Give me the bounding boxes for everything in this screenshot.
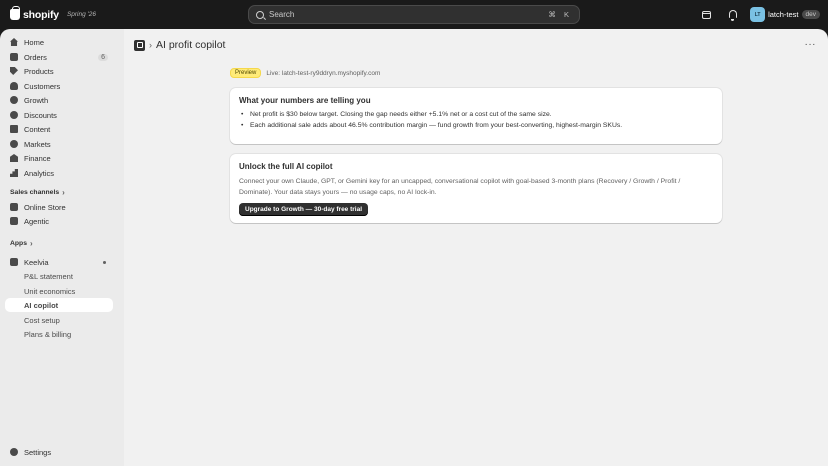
discount-icon (10, 111, 18, 119)
agentic-icon (10, 217, 18, 225)
sales-channels-label: Sales channels (10, 189, 60, 196)
search-bar[interactable]: Search ⌘ K (248, 5, 580, 24)
chevron-right-icon: › (62, 188, 65, 197)
growth-icon (10, 96, 18, 104)
insights-card: What your numbers are telling you Net pr… (230, 88, 722, 144)
sidebar-item-growth[interactable]: Growth (5, 93, 113, 107)
sidebar-item-label: Growth (24, 95, 49, 105)
sidebar-item-online-store[interactable]: Online Store (5, 200, 113, 214)
sidebar-item-label: Plans & billing (24, 329, 72, 339)
status-row: Preview Live: latch-test-ry9ddryn.myshop… (230, 68, 380, 78)
sidebar-item-label: Agentic (24, 216, 50, 226)
page-title: AI profit copilot (156, 39, 226, 51)
shopify-logo[interactable]: shopify Spring '26 (10, 6, 246, 21)
avatar: LT (750, 7, 766, 22)
sidebar-item-settings[interactable]: Settings (5, 445, 113, 459)
sidebar-item-label: Home (24, 37, 45, 47)
store-button[interactable] (698, 6, 715, 23)
sidebar-item-finance[interactable]: Finance (5, 151, 113, 165)
sidebar-item-analytics[interactable]: Analytics (5, 166, 113, 180)
sidebar-item-label: Analytics (24, 168, 55, 178)
sidebar-item-pl-statement[interactable]: P&L statement (5, 269, 113, 283)
sidebar-item-label: Unit economics (24, 286, 76, 296)
list-item: Each additional sale adds about 46.5% co… (239, 122, 713, 129)
account-name: latch-test (768, 10, 799, 19)
store-icon (702, 10, 712, 19)
content-icon (10, 125, 18, 133)
pin-dot-icon (103, 260, 106, 264)
sidebar-item-label: Products (24, 66, 54, 76)
brand-name: shopify (23, 8, 59, 21)
sidebar-item-label: Online Store (24, 202, 66, 212)
account-menu[interactable]: LT latch-test dev (750, 7, 820, 22)
keelvia-app-icon (10, 258, 18, 266)
apps-heading[interactable]: Apps › (10, 239, 33, 248)
sales-channels-heading[interactable]: Sales channels › (10, 188, 65, 197)
sidebar-item-label: Discounts (24, 110, 57, 120)
search-shortcut: ⌘ K (548, 10, 572, 19)
sidebar-item-label: Customers (24, 81, 61, 91)
top-right-actions: LT latch-test dev (698, 6, 820, 23)
app-icon[interactable] (134, 39, 145, 51)
sidebar-item-label: Markets (24, 139, 51, 149)
gear-icon (10, 448, 18, 456)
sidebar-item-content[interactable]: Content (5, 122, 113, 136)
orders-count-badge: 6 (98, 53, 108, 61)
sidebar-item-label: Cost setup (24, 315, 60, 325)
top-bar: shopify Spring '26 Search ⌘ K LT latch-t… (0, 0, 828, 29)
insights-list: Net profit is $30 below target. Closing … (239, 111, 713, 129)
upgrade-button[interactable]: Upgrade to Growth — 30-day free trial (239, 203, 369, 216)
bell-icon (728, 9, 737, 21)
dev-badge: dev (801, 10, 820, 19)
sidebar-item-label: P&L statement (24, 271, 73, 281)
shopify-bag-icon (10, 6, 20, 20)
sidebar-item-markets[interactable]: Markets (5, 137, 113, 151)
sidebar-item-label: AI copilot (24, 300, 59, 310)
globe-icon (10, 140, 18, 148)
more-actions-icon[interactable]: ··· (805, 39, 817, 50)
sidebar-item-label: Settings (24, 447, 52, 457)
chart-icon (10, 169, 18, 177)
sidebar-item-discounts[interactable]: Discounts (5, 108, 113, 122)
chevron-right-icon: › (30, 239, 33, 248)
notifications-button[interactable] (724, 6, 741, 23)
sidebar-item-label: Orders (24, 52, 47, 62)
search-icon (256, 10, 264, 19)
bank-icon (10, 154, 18, 162)
sidebar-item-unit-economics[interactable]: Unit economics (5, 284, 113, 298)
sidebar: Home Orders 6 Products Customers Growth … (0, 29, 124, 466)
sidebar-item-label: Content (24, 124, 51, 134)
sidebar-item-keelvia[interactable]: Keelvia (5, 255, 113, 269)
chevron-right-icon: › (149, 40, 152, 50)
list-item: Net profit is $30 below target. Closing … (239, 111, 713, 118)
sidebar-item-label: Finance (24, 153, 51, 163)
sidebar-item-ai-copilot[interactable]: AI copilot (5, 298, 113, 312)
online-store-icon (10, 203, 18, 211)
apps-label: Apps (10, 240, 27, 247)
upgrade-title: Unlock the full AI copilot (239, 162, 333, 171)
home-icon (10, 38, 18, 46)
orders-icon (10, 53, 18, 61)
sidebar-item-products[interactable]: Products (5, 64, 113, 78)
sidebar-item-home[interactable]: Home (5, 35, 113, 49)
person-icon (10, 82, 18, 90)
sidebar-item-label: Keelvia (24, 257, 49, 267)
sidebar-item-orders[interactable]: Orders 6 (5, 50, 113, 64)
preview-badge: Preview (230, 68, 262, 78)
insights-title: What your numbers are telling you (239, 96, 371, 105)
sidebar-item-cost-setup[interactable]: Cost setup (5, 313, 113, 327)
sidebar-item-plans-billing[interactable]: Plans & billing (5, 327, 113, 341)
live-store-url: Live: latch-test-ry9ddryn.myshopify.com (266, 69, 381, 77)
tag-icon (10, 67, 18, 75)
sidebar-item-customers[interactable]: Customers (5, 79, 113, 93)
upgrade-description: Connect your own Claude, GPT, or Gemini … (239, 178, 681, 196)
sidebar-item-agentic[interactable]: Agentic (5, 214, 113, 228)
search-placeholder: Search (269, 10, 295, 19)
main-content: › AI profit copilot ··· Preview Live: la… (124, 29, 828, 466)
upgrade-card: Unlock the full AI copilot Connect your … (230, 154, 722, 223)
page-header: › AI profit copilot (134, 39, 225, 51)
edition-label: Spring '26 (66, 11, 97, 18)
